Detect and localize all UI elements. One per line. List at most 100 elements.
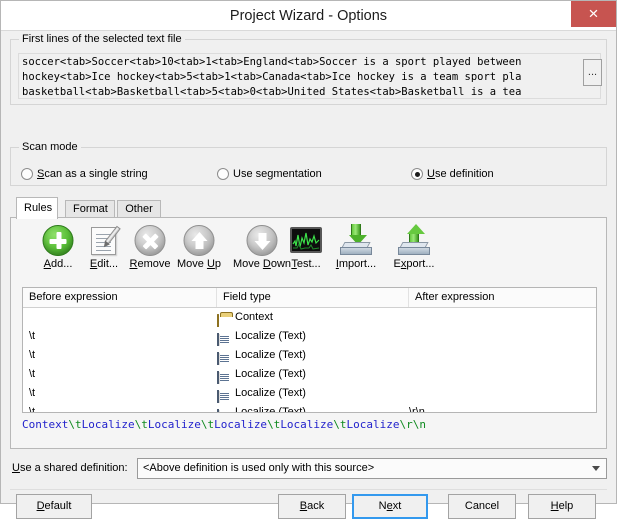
titlebar: Project Wizard - Options ✕ xyxy=(1,1,616,31)
project-wizard-dialog: Project Wizard - Options ✕ First lines o… xyxy=(0,0,617,504)
window-title: Project Wizard - Options xyxy=(1,1,616,31)
browse-ellipsis-button[interactable]: ... xyxy=(583,59,602,86)
localize-icon xyxy=(217,406,231,413)
column-header-field-type[interactable]: Field type xyxy=(217,288,409,307)
first-lines-group: First lines of the selected text file so… xyxy=(10,39,607,105)
cell-before-expression: \t xyxy=(29,403,211,413)
tab-other[interactable]: Other xyxy=(117,200,161,218)
close-icon: ✕ xyxy=(588,2,599,27)
cell-after-expression xyxy=(409,346,589,365)
shared-definition-label: Use a shared definition: xyxy=(12,462,128,474)
rules-grid[interactable]: Before expression Field type After expre… xyxy=(22,287,597,413)
toolbar-move-up-button[interactable]: Move Up xyxy=(168,222,230,278)
summary-segment: Localize xyxy=(214,418,267,431)
column-header-before-expression[interactable]: Before expression xyxy=(23,288,217,307)
cell-field-type: Context xyxy=(217,308,407,327)
summary-segment: \t xyxy=(333,418,346,431)
cell-field-type-label: Localize (Text) xyxy=(235,365,306,384)
cell-field-type: Localize (Text) xyxy=(217,403,407,413)
text-line: basketball<tab>Basketball<tab>5<tab>0<ta… xyxy=(22,85,598,99)
cell-field-type-label: Context xyxy=(235,308,273,327)
table-row[interactable]: \t Localize (Text) xyxy=(23,327,596,346)
back-button[interactable]: Back xyxy=(278,494,346,519)
table-row[interactable]: \t Localize (Text) \r\n xyxy=(23,403,596,413)
dialog-body: First lines of the selected text file so… xyxy=(1,31,616,503)
radio-use-definition[interactable]: Use definition xyxy=(411,165,494,183)
toolbar-import-button[interactable]: Import... xyxy=(323,222,389,278)
first-lines-textview[interactable]: soccer<tab>Soccer<tab>10<tab>1<tab>Engla… xyxy=(18,53,601,99)
tab-rules[interactable]: Rules xyxy=(16,197,58,219)
next-button[interactable]: Next xyxy=(352,494,428,519)
table-row[interactable]: \t Localize (Text) xyxy=(23,384,596,403)
help-button[interactable]: Help xyxy=(528,494,596,519)
cell-field-type: Localize (Text) xyxy=(217,384,407,403)
waveform-icon xyxy=(292,229,320,251)
cell-field-type-label: Localize (Text) xyxy=(235,384,306,403)
grid-rows: Context \t Localize (Text) \t xyxy=(23,308,596,413)
radio-indicator xyxy=(217,168,229,180)
radio-indicator xyxy=(411,168,423,180)
summary-segment: Localize xyxy=(82,418,135,431)
arrow-up-circle-icon xyxy=(168,222,230,258)
cell-before-expression: \t xyxy=(29,346,211,365)
tabpage-rules: Add... Edit... xyxy=(10,217,607,449)
cell-field-type: Localize (Text) xyxy=(217,346,407,365)
export-arrow-up-tray-icon xyxy=(381,222,447,258)
table-row[interactable]: Context xyxy=(23,308,596,327)
footer-divider xyxy=(10,489,607,490)
text-line: hockey<tab>Ice hockey<tab>5<tab>1<tab>Ca… xyxy=(22,70,598,85)
toolbar-label: Move Up xyxy=(168,258,230,271)
chevron-down-icon xyxy=(592,466,600,471)
cell-after-expression xyxy=(409,365,589,384)
radio-use-segmentation[interactable]: Use segmentation xyxy=(217,165,322,183)
rules-toolbar: Add... Edit... xyxy=(11,222,606,278)
radio-label: Scan as a single string xyxy=(37,168,148,180)
tabstrip: Rules Format Other xyxy=(10,197,607,218)
table-row[interactable]: \t Localize (Text) xyxy=(23,346,596,365)
radio-label: Use segmentation xyxy=(233,168,322,180)
summary-segment: \t xyxy=(267,418,280,431)
cell-after-expression xyxy=(409,327,589,346)
import-arrow-down-tray-icon xyxy=(323,222,389,258)
summary-segment: \t xyxy=(135,418,148,431)
localize-icon xyxy=(217,330,231,343)
cell-field-type-label: Localize (Text) xyxy=(235,346,306,365)
radio-label: Use definition xyxy=(427,168,494,180)
definition-summary: Context\tLocalize\tLocalize\tLocalize\tL… xyxy=(22,416,597,434)
scan-mode-group: Scan mode Scan as a single string Use se… xyxy=(10,147,607,186)
summary-segment: Localize xyxy=(280,418,333,431)
cell-before-expression: \t xyxy=(29,365,211,384)
cell-before-expression xyxy=(29,308,211,327)
toolbar-label: Import... xyxy=(323,258,389,271)
context-icon xyxy=(217,311,231,324)
text-line: soccer<tab>Soccer<tab>10<tab>1<tab>Engla… xyxy=(22,55,598,70)
cell-field-type-label: Localize (Text) xyxy=(235,403,306,413)
grid-header-row: Before expression Field type After expre… xyxy=(23,288,596,308)
radio-scan-single-string[interactable]: Scan as a single string xyxy=(21,165,148,183)
cell-before-expression: \t xyxy=(29,327,211,346)
summary-segment: \r\n xyxy=(400,418,427,431)
first-lines-legend: First lines of the selected text file xyxy=(19,33,185,45)
radio-indicator xyxy=(21,168,33,180)
column-header-after-expression[interactable]: After expression xyxy=(409,288,596,307)
default-button[interactable]: Default xyxy=(16,494,92,519)
cell-after-expression xyxy=(409,384,589,403)
table-row[interactable]: \t Localize (Text) xyxy=(23,365,596,384)
cell-field-type: Localize (Text) xyxy=(217,327,407,346)
localize-icon xyxy=(217,349,231,362)
toolbar-label: Export... xyxy=(381,258,447,271)
shared-definition-dropdown[interactable]: <Above definition is used only with this… xyxy=(137,458,607,479)
localize-icon xyxy=(217,387,231,400)
toolbar-export-button[interactable]: Export... xyxy=(381,222,447,278)
cell-field-type: Localize (Text) xyxy=(217,365,407,384)
summary-segment: Context xyxy=(22,418,68,431)
scan-mode-legend: Scan mode xyxy=(19,141,81,153)
cell-after-expression: \r\n xyxy=(409,403,589,413)
close-button[interactable]: ✕ xyxy=(571,1,616,27)
summary-segment: Localize xyxy=(148,418,201,431)
tab-format[interactable]: Format xyxy=(65,200,115,218)
cell-after-expression xyxy=(409,308,589,327)
cancel-button[interactable]: Cancel xyxy=(448,494,516,519)
summary-segment: \t xyxy=(68,418,81,431)
shared-definition-value: <Above definition is used only with this… xyxy=(143,459,584,478)
